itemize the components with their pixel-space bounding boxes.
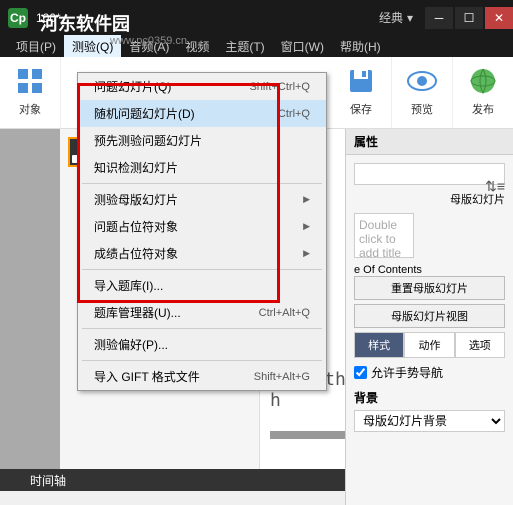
toc-label: e Of Contents (354, 264, 505, 276)
sort-icon[interactable]: ⇅≡ (485, 178, 505, 195)
menu-separator (82, 360, 322, 361)
quiz-dropdown-menu: 问题幻灯片(Q)Shift+Ctrl+Q随机问题幻灯片(D)Ctrl+Q预先测验… (77, 72, 327, 391)
master-slide-label: 母版幻灯片 (354, 191, 505, 207)
theme-selector[interactable]: 经典 ▾ (379, 9, 413, 26)
menu-item-随机问题幻灯片D[interactable]: 随机问题幻灯片(D)Ctrl+Q (78, 100, 326, 127)
submenu-arrow-icon: ▶ (303, 194, 310, 205)
menu-帮助H[interactable]: 帮助(H) (332, 35, 389, 57)
save-button[interactable]: 保存 (331, 57, 392, 128)
menu-separator (82, 328, 322, 329)
menu-item-问题占位符对象[interactable]: 问题占位符对象▶ (78, 213, 326, 240)
menu-separator (82, 269, 322, 270)
menu-item-导入GIFT格式文件[interactable]: 导入 GIFT 格式文件Shift+Alt+G (78, 363, 326, 390)
minimize-button[interactable]: ─ (425, 7, 453, 29)
background-select[interactable]: 母版幻灯片背景 (354, 410, 505, 432)
menu-item-测验母版幻灯片[interactable]: 测验母版幻灯片▶ (78, 186, 326, 213)
menu-separator (82, 183, 322, 184)
menu-item-知识检测幻灯片[interactable]: 知识检测幻灯片 (78, 154, 326, 181)
objects-button[interactable]: 对象 (0, 57, 61, 128)
eye-icon (406, 65, 438, 97)
submenu-arrow-icon: ▶ (303, 221, 310, 232)
menu-窗口W[interactable]: 窗口(W) (273, 35, 332, 57)
chevron-down-icon: ▾ (407, 11, 413, 25)
grid-icon (14, 65, 46, 97)
menu-item-预先测验问题幻灯片[interactable]: 预先测验问题幻灯片 (78, 127, 326, 154)
app-logo: Cp (8, 8, 28, 28)
menu-item-问题幻灯片Q[interactable]: 问题幻灯片(Q)Shift+Ctrl+Q (78, 73, 326, 100)
submenu-arrow-icon: ▶ (303, 248, 310, 259)
globe-icon (467, 65, 499, 97)
publish-button[interactable]: 发布 (453, 57, 513, 128)
preview-button[interactable]: 预览 (392, 57, 453, 128)
menu-item-导入题库I[interactable]: 导入题库(I)... (78, 272, 326, 299)
reset-master-button[interactable]: 重置母版幻灯片 (354, 276, 505, 300)
property-name-input[interactable] (354, 163, 505, 185)
close-button[interactable]: ✕ (485, 7, 513, 29)
maximize-button[interactable]: ☐ (455, 7, 483, 29)
watermark-url: www.pc0359.cn (110, 35, 187, 47)
menu-item-测验偏好P[interactable]: 测验偏好(P)... (78, 331, 326, 358)
tab-option[interactable]: 选项 (455, 332, 505, 358)
menu-item-成绩占位符对象[interactable]: 成绩占位符对象▶ (78, 240, 326, 267)
tab-action[interactable]: 动作 (404, 332, 454, 358)
menu-item-题库管理器U[interactable]: 题库管理器(U)...Ctrl+Alt+Q (78, 299, 326, 326)
properties-header: 属性 (346, 129, 513, 155)
master-slide-thumbnail[interactable]: Double click to add title (354, 213, 414, 258)
menu-主题T[interactable]: 主题(T) (217, 35, 272, 57)
gesture-checkbox[interactable] (354, 366, 367, 379)
left-sidebar (0, 129, 60, 469)
save-icon (345, 65, 377, 97)
master-view-button[interactable]: 母版幻灯片视图 (354, 304, 505, 328)
tab-style[interactable]: 样式 (354, 332, 404, 358)
menu-项目P[interactable]: 项目(P) (8, 35, 64, 57)
gesture-label: 允许手势导航 (371, 364, 443, 381)
watermark-text: 河东软件园 (40, 10, 130, 36)
background-section: 背景 (354, 389, 505, 406)
